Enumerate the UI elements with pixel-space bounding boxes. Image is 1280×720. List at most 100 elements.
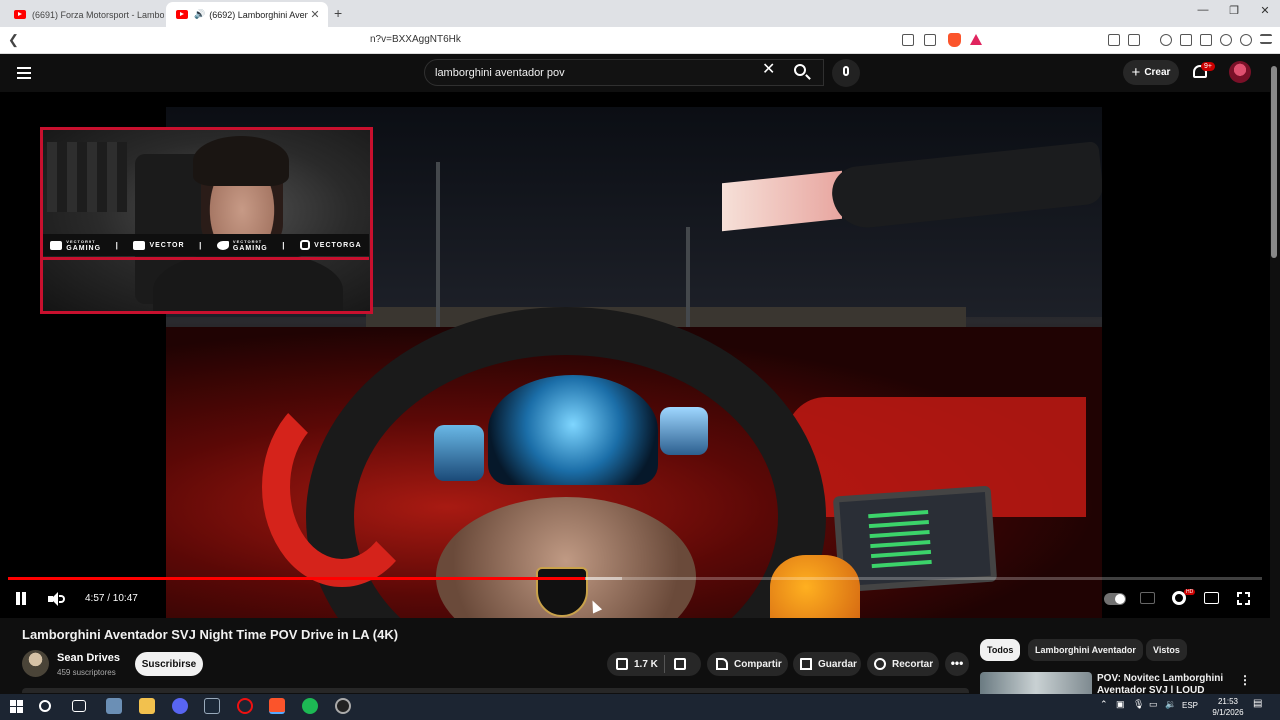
media-icon[interactable] — [1160, 34, 1172, 46]
tab-close-icon[interactable]: ✕ — [308, 8, 322, 21]
recommended-menu-icon[interactable]: ⋮ — [1239, 673, 1251, 687]
minimize-icon[interactable]: — — [1188, 4, 1218, 16]
tab-title: (6691) Forza Motorsport - Lamborgh — [32, 9, 164, 20]
progress-bar[interactable] — [8, 577, 1262, 580]
windows-start-icon[interactable] — [9, 698, 25, 714]
new-tab-icon[interactable]: + — [334, 5, 342, 21]
streamer-webcam — [40, 127, 373, 314]
channel-avatar[interactable] — [22, 650, 49, 677]
progress-played — [8, 577, 585, 580]
wallet-icon[interactable] — [1200, 34, 1212, 46]
steam-icon[interactable] — [204, 698, 220, 714]
url-field[interactable]: n?v=BXXAggNT6Hk — [370, 34, 461, 45]
language-indicator[interactable]: ESP — [1182, 701, 1198, 710]
app-explorer-icon[interactable] — [106, 698, 122, 714]
brave-shields-icon[interactable] — [948, 33, 961, 47]
twitch-icon — [133, 240, 146, 250]
video-wheel-red-trim — [262, 387, 422, 587]
recommended-thumbnail[interactable] — [980, 672, 1092, 694]
like-count: 1.7 K — [634, 658, 658, 670]
theater-mode-icon[interactable] — [1204, 592, 1219, 604]
account-avatar[interactable] — [1229, 61, 1251, 83]
video-left-gauge — [434, 425, 484, 481]
obs-icon[interactable] — [335, 698, 351, 714]
leo-ai-icon[interactable] — [1220, 34, 1232, 46]
task-view-icon[interactable] — [72, 700, 86, 712]
chip-all[interactable]: Todos — [980, 639, 1021, 661]
social-twitter: VECTOR9T GAMING — [216, 238, 268, 252]
more-actions-button[interactable]: ••• — [945, 652, 969, 676]
search-input[interactable] — [435, 67, 755, 79]
restore-icon[interactable]: ❐ — [1219, 4, 1249, 17]
streamer-social-bar: VECTOR9T GAMING | VECTOR | VECTOR9T GAMI… — [43, 234, 369, 256]
browser-tab-forza[interactable]: (6691) Forza Motorsport - Lamborgh — [4, 2, 164, 27]
voice-search-button[interactable] — [832, 59, 860, 87]
video-player[interactable] — [0, 92, 1270, 618]
tray-chevron-icon[interactable]: ⌃ — [1100, 699, 1108, 710]
hamburger-menu-icon[interactable] — [17, 67, 31, 79]
speaker-tray-icon[interactable]: 🔉 — [1165, 699, 1176, 710]
pause-button[interactable] — [15, 592, 27, 605]
network-icon[interactable]: ▭ — [1149, 699, 1158, 710]
channel-name[interactable]: Sean Drives — [57, 652, 120, 664]
bookmark-icon — [800, 658, 812, 670]
opera-icon[interactable] — [237, 698, 253, 714]
notification-center-icon[interactable]: ▤ — [1253, 698, 1262, 709]
video-lamborghini-emblem — [536, 567, 588, 617]
clip-button[interactable]: Recortar — [867, 652, 939, 676]
discord-icon[interactable] — [172, 698, 188, 714]
subscribe-button[interactable]: Suscribirse — [135, 652, 203, 676]
extensions-icon[interactable] — [1108, 34, 1120, 46]
description-box[interactable] — [22, 688, 969, 693]
like-button[interactable]: 1.7 K — [607, 652, 701, 676]
window-close-icon[interactable]: ✕ — [1250, 4, 1280, 17]
volume-icon — [59, 595, 65, 603]
social-twitch-label: VECTOR — [149, 241, 185, 249]
sidebar-icon[interactable] — [1180, 34, 1192, 46]
social-instagram-label: VECTORGA — [314, 241, 362, 249]
screen: (6691) Forza Motorsport - Lamborgh 🔊 (66… — [0, 0, 1280, 720]
clear-search-icon[interactable]: ✕ — [762, 59, 775, 79]
subscriber-count: 459 suscriptores — [57, 668, 116, 677]
scissors-icon — [874, 658, 886, 670]
create-button[interactable]: + Crear — [1123, 60, 1179, 85]
spotify-icon[interactable] — [302, 698, 318, 714]
time-display: 4:57 / 10:47 — [85, 593, 138, 604]
subtitles-icon[interactable] — [1140, 592, 1155, 604]
back-arrow-icon[interactable]: ❮ — [8, 32, 19, 48]
save-button[interactable]: Guardar — [793, 652, 861, 676]
page-scrollbar[interactable] — [1271, 66, 1277, 258]
share-icon — [716, 658, 728, 670]
social-youtube-label: GAMING — [66, 245, 102, 252]
vpn-icon[interactable] — [1240, 34, 1252, 46]
brave-rewards-icon[interactable] — [970, 34, 982, 45]
fullscreen-icon[interactable] — [1237, 592, 1250, 605]
search-button[interactable] — [784, 59, 820, 86]
autoplay-toggle[interactable] — [1104, 593, 1126, 605]
volume-button[interactable] — [48, 592, 66, 606]
share-page-icon[interactable] — [924, 34, 936, 46]
brave-taskbar-icon[interactable] — [269, 698, 285, 714]
browser-tab-lamborghini[interactable]: 🔊 (6692) Lamborghini Aventad ✕ — [166, 2, 328, 27]
tab-audio-icon[interactable]: 🔊 — [194, 9, 205, 20]
social-twitter-label: GAMING — [232, 245, 268, 252]
youtube-favicon-icon — [176, 10, 188, 19]
taskbar-clock[interactable]: 21:53 9/1/2026 — [1208, 696, 1248, 718]
chip-lamborghini-aventador[interactable]: Lamborghini Aventador — [1028, 639, 1143, 661]
share-button[interactable]: Compartir — [707, 652, 788, 676]
file-explorer-icon[interactable] — [139, 698, 155, 714]
save-label: Guardar — [818, 658, 857, 670]
like-divider — [664, 655, 665, 673]
recommended-title[interactable]: POV: Novitec Lamborghini Aventador SVJ |… — [1097, 673, 1227, 693]
webcam-shelf — [47, 142, 127, 212]
chip-watched[interactable]: Vistos — [1146, 639, 1187, 661]
tray-app-icon[interactable]: ▣ — [1116, 699, 1125, 710]
clock-time: 21:53 — [1217, 697, 1239, 706]
tab-search-icon[interactable] — [1128, 34, 1140, 46]
thumbs-down-icon[interactable] — [674, 658, 686, 670]
search-taskbar-icon[interactable] — [39, 700, 51, 712]
cast-icon[interactable] — [902, 34, 914, 46]
browser-menu-icon[interactable] — [1260, 34, 1272, 44]
microphone-tray-icon[interactable]: 🎙 — [1133, 699, 1144, 710]
search-icon — [794, 64, 806, 76]
